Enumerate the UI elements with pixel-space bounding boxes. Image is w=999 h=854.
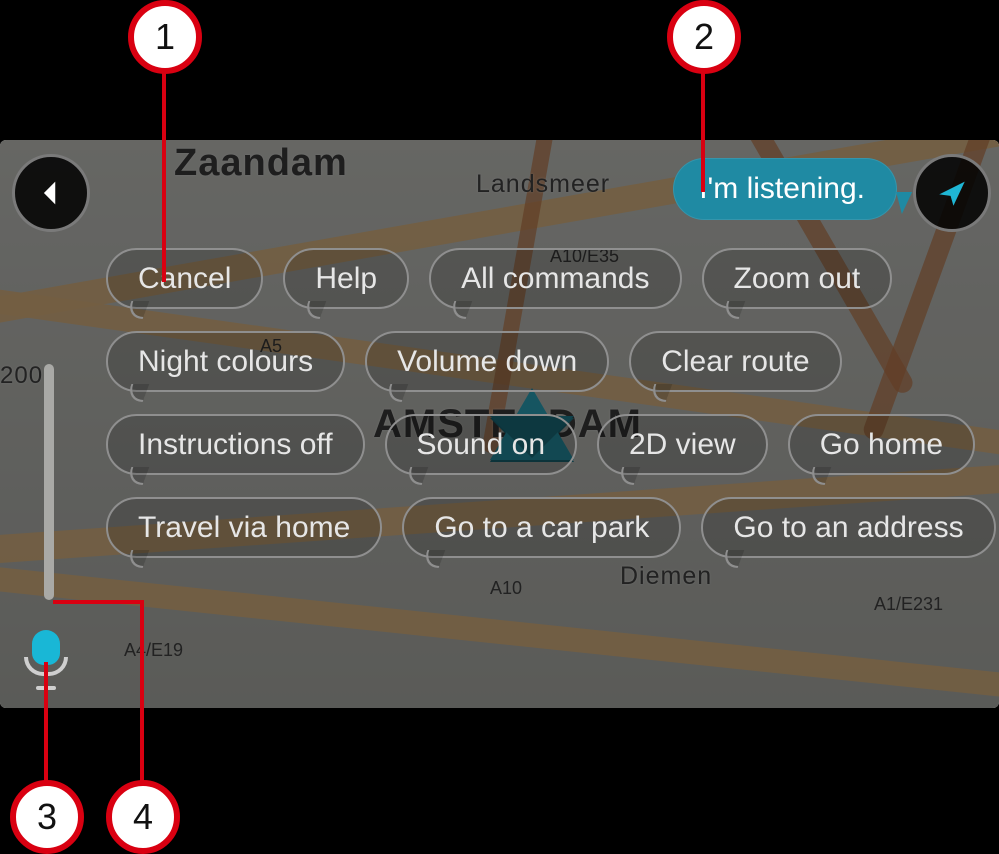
cmd-instructions-off[interactable]: Instructions off	[106, 414, 365, 475]
cmd-cancel[interactable]: Cancel	[106, 248, 263, 309]
navigation-screen: Zaandam Landsmeer AMSTERDAM Diemen 200 A…	[0, 140, 999, 708]
cmd-sound-on[interactable]: Sound on	[385, 414, 577, 475]
callout-leader-4b	[53, 600, 144, 604]
cmd-2d-view[interactable]: 2D view	[597, 414, 768, 475]
command-row-2: Night colours Volume down Clear route	[106, 331, 981, 392]
voice-command-suggestions: Cancel Help All commands Zoom out Night …	[106, 248, 981, 558]
cmd-help[interactable]: Help	[283, 248, 409, 309]
callout-leader-3	[44, 662, 48, 784]
back-button[interactable]	[12, 154, 90, 232]
recenter-button[interactable]	[913, 154, 991, 232]
back-arrow-icon	[34, 176, 68, 210]
callout-3: 3	[10, 780, 84, 854]
command-row-3: Instructions off Sound on 2D view Go hom…	[106, 414, 981, 475]
cmd-all-commands[interactable]: All commands	[429, 248, 681, 309]
callout-2: 2	[667, 0, 741, 74]
callout-4: 4	[106, 780, 180, 854]
cmd-travel-via-home[interactable]: Travel via home	[106, 497, 382, 558]
callout-leader-4	[140, 602, 144, 784]
cmd-clear-route[interactable]: Clear route	[629, 331, 841, 392]
callout-leader-2	[701, 62, 705, 192]
cmd-go-home[interactable]: Go home	[788, 414, 975, 475]
cmd-volume-down[interactable]: Volume down	[365, 331, 609, 392]
command-row-4: Travel via home Go to a car park Go to a…	[106, 497, 981, 558]
voice-level-meter	[44, 364, 54, 600]
callout-1: 1	[128, 0, 202, 74]
cmd-zoom-out[interactable]: Zoom out	[702, 248, 893, 309]
command-row-1: Cancel Help All commands Zoom out	[106, 248, 981, 309]
cmd-go-to-address[interactable]: Go to an address	[701, 497, 995, 558]
callout-leader-1	[162, 62, 166, 282]
cmd-night-colours[interactable]: Night colours	[106, 331, 345, 392]
cmd-go-to-car-park[interactable]: Go to a car park	[402, 497, 681, 558]
listening-status-bubble: I'm listening.	[673, 158, 897, 220]
navigation-arrow-icon	[935, 176, 969, 210]
